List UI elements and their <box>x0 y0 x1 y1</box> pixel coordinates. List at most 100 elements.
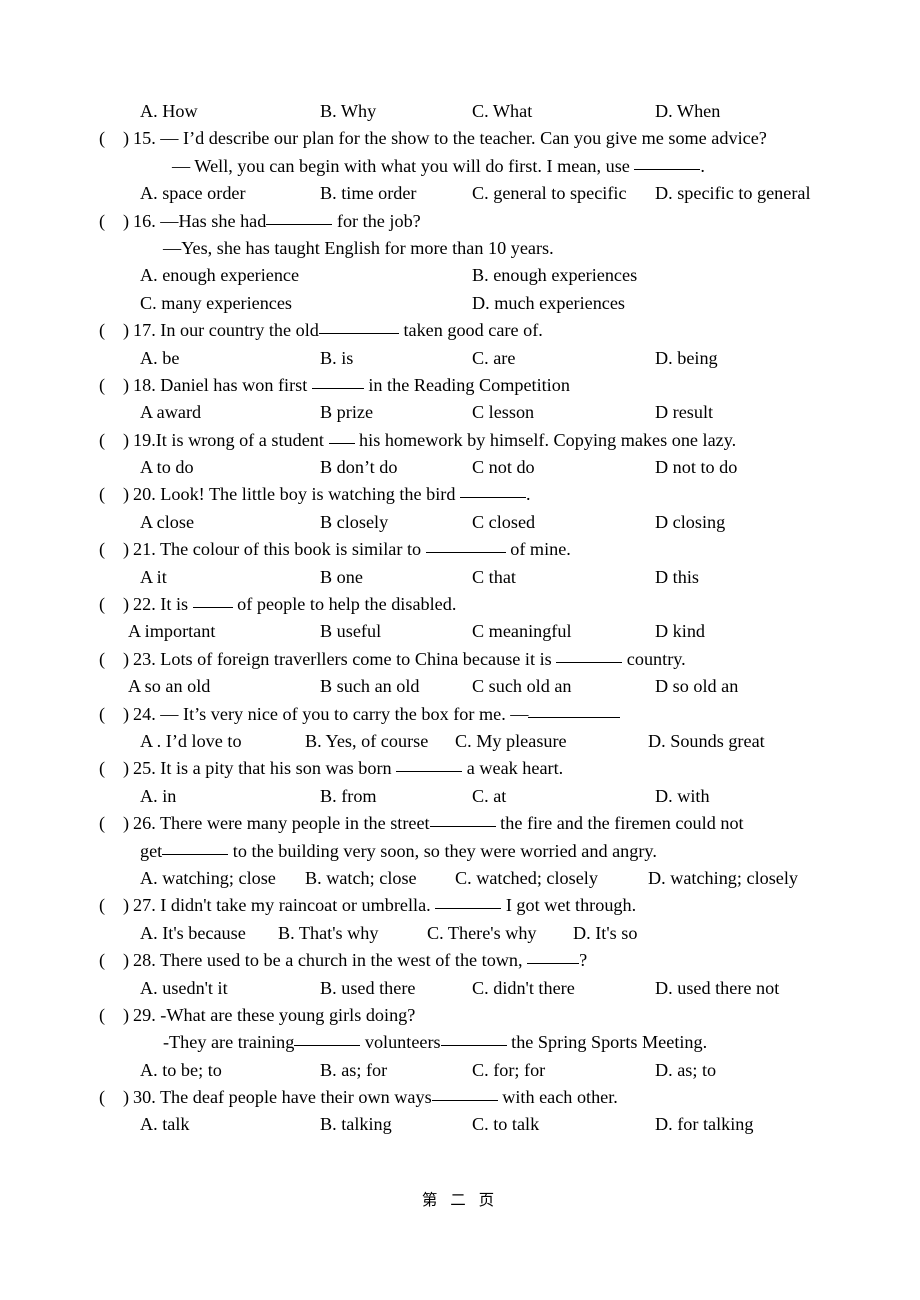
option-d[interactable]: D. as; to <box>655 1057 716 1084</box>
option-d[interactable]: D. It's so <box>573 920 637 947</box>
option-d[interactable]: D result <box>655 399 713 426</box>
option-b[interactable]: B. Why <box>320 98 376 125</box>
option-a[interactable]: A. in <box>140 783 176 810</box>
option-c[interactable]: C. at <box>472 783 506 810</box>
fill-in-blank[interactable] <box>440 1032 507 1047</box>
question-16-stem-line2: —Yes, she has taught English for more th… <box>0 235 920 262</box>
option-d[interactable]: D. specific to general <box>655 180 811 207</box>
question-29-stem-line2: -They are training volunteers the Spring… <box>0 1029 920 1056</box>
option-b[interactable]: B such an old <box>320 673 420 700</box>
fill-in-blank[interactable] <box>459 484 526 499</box>
option-d[interactable]: D. Sounds great <box>648 728 765 755</box>
fill-in-blank[interactable] <box>294 1032 361 1047</box>
fill-in-blank[interactable] <box>429 813 496 828</box>
option-b[interactable]: B. talking <box>320 1111 392 1138</box>
question-stem-text: 17. In our country the old taken good ca… <box>133 317 543 344</box>
option-b[interactable]: B closely <box>320 509 388 536</box>
option-c[interactable]: C. to talk <box>472 1111 539 1138</box>
option-a[interactable]: A award <box>140 399 201 426</box>
option-b[interactable]: B one <box>320 564 363 591</box>
option-d[interactable]: D. watching; closely <box>648 865 798 892</box>
fill-in-blank[interactable] <box>311 375 364 389</box>
fill-in-blank[interactable] <box>425 539 506 554</box>
option-d[interactable]: D. When <box>655 98 720 125</box>
fill-in-blank[interactable] <box>528 704 621 718</box>
option-c[interactable]: C. My pleasure <box>455 728 567 755</box>
option-a[interactable]: A. usedn't it <box>140 975 228 1002</box>
option-a[interactable]: A. enough experience <box>140 262 299 289</box>
fill-in-blank[interactable] <box>266 211 333 225</box>
option-b[interactable]: B. Yes, of course <box>305 728 428 755</box>
option-c[interactable]: C lesson <box>472 399 534 426</box>
option-d[interactable]: D. for talking <box>655 1111 754 1138</box>
option-c[interactable]: C. watched; closely <box>455 865 598 892</box>
fill-in-blank[interactable] <box>318 320 399 335</box>
option-a[interactable]: A . I’d love to <box>140 728 242 755</box>
question-stem-continuation: -They are training volunteers the Spring… <box>163 1029 707 1056</box>
option-c[interactable]: C. What <box>472 98 532 125</box>
option-a[interactable]: A. talk <box>140 1111 190 1138</box>
option-b[interactable]: B. is <box>320 345 353 372</box>
option-b[interactable]: B. watch; close <box>305 865 417 892</box>
option-a[interactable]: A. to be; to <box>140 1057 222 1084</box>
answer-bracket-open: ( <box>99 539 106 560</box>
option-d[interactable]: D. much experiences <box>472 290 625 317</box>
option-c[interactable]: C that <box>472 564 516 591</box>
option-c[interactable]: C. general to specific <box>472 180 627 207</box>
option-d[interactable]: D so old an <box>655 673 738 700</box>
option-c[interactable]: C closed <box>472 509 535 536</box>
fill-in-blank[interactable] <box>556 649 623 663</box>
option-b[interactable]: B. That's why <box>278 920 378 947</box>
stem-text-post: country. <box>622 648 686 669</box>
option-b[interactable]: B. enough experiences <box>472 262 637 289</box>
fill-in-blank[interactable] <box>634 156 701 170</box>
option-c[interactable]: C. many experiences <box>140 290 292 317</box>
fill-in-blank[interactable] <box>527 950 580 965</box>
question-27-options: A. It's because B. That's why C. There's… <box>0 920 920 947</box>
option-a[interactable]: A important <box>128 618 215 645</box>
question-22-stem: ( ) 22. It is of people to help the disa… <box>0 591 920 618</box>
option-c[interactable]: C such old an <box>472 673 572 700</box>
fill-in-blank[interactable] <box>192 594 233 609</box>
option-b[interactable]: B don’t do <box>320 454 397 481</box>
option-a[interactable]: A close <box>140 509 194 536</box>
stem-text-post: a weak heart. <box>462 758 564 779</box>
option-a[interactable]: A it <box>140 564 167 591</box>
option-a[interactable]: A so an old <box>128 673 210 700</box>
fill-in-blank[interactable] <box>435 895 502 910</box>
option-d[interactable]: D not to do <box>655 454 737 481</box>
option-c[interactable]: C meaningful <box>472 618 572 645</box>
option-a[interactable]: A. be <box>140 345 179 372</box>
fill-in-blank[interactable] <box>162 841 229 855</box>
option-d[interactable]: D this <box>655 564 699 591</box>
option-a[interactable]: A. How <box>140 98 198 125</box>
option-b[interactable]: B. as; for <box>320 1057 387 1084</box>
option-a[interactable]: A to do <box>140 454 194 481</box>
option-b[interactable]: B prize <box>320 399 373 426</box>
option-d[interactable]: D. being <box>655 345 718 372</box>
option-d[interactable]: D closing <box>655 509 725 536</box>
fill-in-blank[interactable] <box>328 430 355 444</box>
option-d[interactable]: D. used there not <box>655 975 779 1002</box>
option-c[interactable]: C. There's why <box>427 920 537 947</box>
fill-in-blank[interactable] <box>431 1087 498 1102</box>
question-26-stem-line2: get to the building very soon, so they w… <box>0 838 920 865</box>
option-c[interactable]: C. didn't there <box>472 975 575 1002</box>
option-d[interactable]: D kind <box>655 618 705 645</box>
option-a[interactable]: A. watching; close <box>140 865 276 892</box>
option-a[interactable]: A. It's because <box>140 920 246 947</box>
option-c[interactable]: C. are <box>472 345 515 372</box>
option-b[interactable]: B useful <box>320 618 381 645</box>
option-b[interactable]: B. time order <box>320 180 416 207</box>
question-stem-text: 28. There used to be a church in the wes… <box>133 947 587 974</box>
option-c[interactable]: C not do <box>472 454 535 481</box>
option-c[interactable]: C. for; for <box>472 1057 545 1084</box>
document-page: A. How B. Why C. What D. When ( ) 15. — … <box>0 0 920 1300</box>
option-b[interactable]: B. used there <box>320 975 415 1002</box>
option-b[interactable]: B. from <box>320 783 377 810</box>
question-21-stem: ( ) 21. The colour of this book is simil… <box>0 536 920 563</box>
question-20-stem: ( ) 20. Look! The little boy is watching… <box>0 481 920 508</box>
option-a[interactable]: A. space order <box>140 180 246 207</box>
option-d[interactable]: D. with <box>655 783 710 810</box>
fill-in-blank[interactable] <box>396 758 463 773</box>
